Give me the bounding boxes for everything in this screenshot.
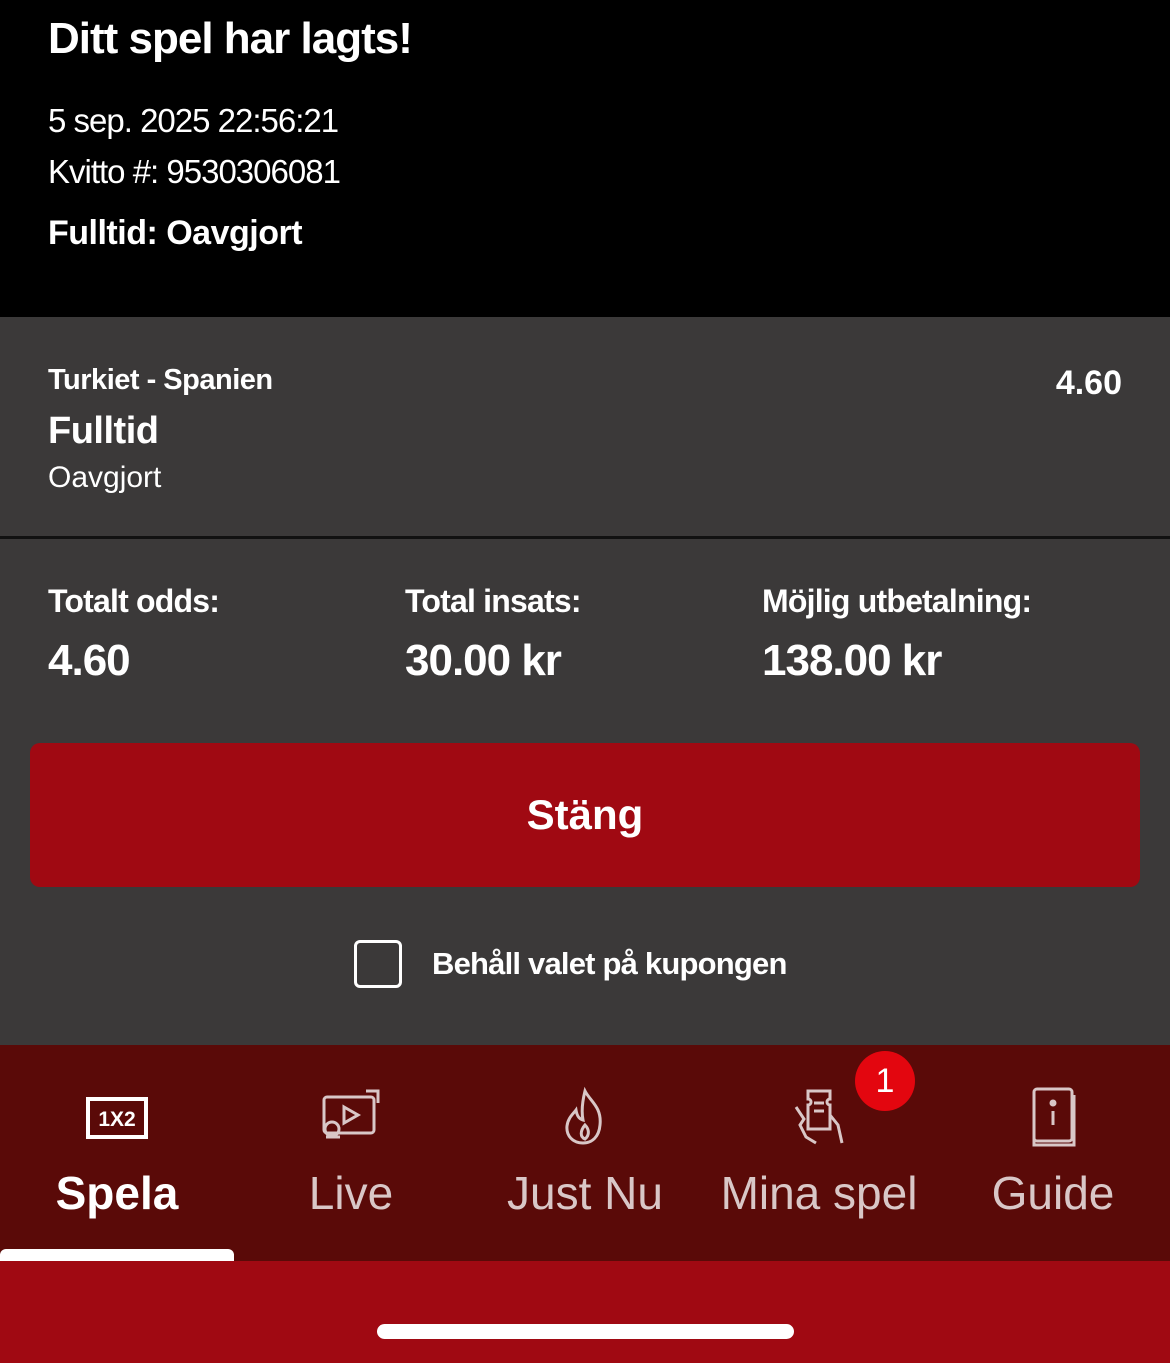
1x2-icon: 1X2: [86, 1097, 148, 1139]
notification-badge: 1: [855, 1051, 915, 1111]
outcome-name: Oavgjort: [48, 461, 162, 494]
match-name: Turkiet - Spanien: [48, 364, 273, 396]
live-play-icon: [322, 1089, 380, 1139]
home-indicator[interactable]: [377, 1324, 794, 1339]
total-stake-value: 30.00 kr: [405, 636, 562, 685]
total-odds: Totalt odds: 4.60: [48, 583, 220, 686]
total-odds-value: 4.60: [48, 636, 131, 685]
home-indicator-area: [0, 1261, 1170, 1363]
market-name: Fulltid: [48, 410, 159, 452]
guide-book-icon: [1032, 1087, 1076, 1147]
selection-odds: 4.60: [1055, 364, 1122, 402]
bet-selection: Turkiet - Spanien Fulltid Oavgjort 4.60: [0, 317, 1170, 536]
keep-selection-label: Behåll valet på kupongen: [432, 946, 787, 981]
keep-selection-checkbox[interactable]: [354, 940, 402, 988]
ticket-hand-icon: [794, 1089, 844, 1145]
bet-summary-line: Fulltid: Oavgjort: [48, 214, 303, 252]
keep-selection-toggle[interactable]: Behåll valet på kupongen: [354, 940, 787, 988]
total-stake: Total insats: 30.00 kr: [405, 583, 582, 686]
possible-payout-value: 138.00 kr: [762, 636, 942, 685]
tab-just-nu[interactable]: Just Nu: [468, 1045, 702, 1261]
confirmation-title: Ditt spel har lagts!: [48, 14, 413, 63]
tab-spela[interactable]: 1X2 Spela: [0, 1045, 234, 1261]
confirmation-header: Ditt spel har lagts! 5 sep. 2025 22:56:2…: [0, 0, 1170, 317]
tab-label: Live: [308, 1167, 394, 1219]
total-stake-label: Total insats:: [405, 583, 582, 619]
tab-label: Just Nu: [507, 1167, 663, 1219]
active-tab-indicator: [0, 1249, 234, 1261]
flame-icon: [565, 1086, 602, 1145]
possible-payout: Möjlig utbetalning: 138.00 kr: [762, 583, 1032, 686]
svg-text:1X2: 1X2: [98, 1108, 135, 1131]
possible-payout-label: Möjlig utbetalning:: [762, 583, 1032, 619]
tab-label: Guide: [991, 1167, 1115, 1219]
tab-label: Mina spel: [720, 1167, 918, 1219]
receipt-number: Kvitto #: 9530306081: [48, 153, 341, 190]
close-button[interactable]: Stäng: [30, 743, 1140, 887]
tab-guide[interactable]: Guide: [936, 1045, 1170, 1261]
tab-live[interactable]: Live: [234, 1045, 468, 1261]
tab-label: Spela: [55, 1167, 179, 1219]
bottom-tab-bar: 1X2 Spela Live Just Nu Mina spel Guide: [0, 1045, 1170, 1261]
bet-timestamp: 5 sep. 2025 22:56:21: [48, 102, 339, 139]
total-odds-label: Totalt odds:: [48, 583, 220, 619]
